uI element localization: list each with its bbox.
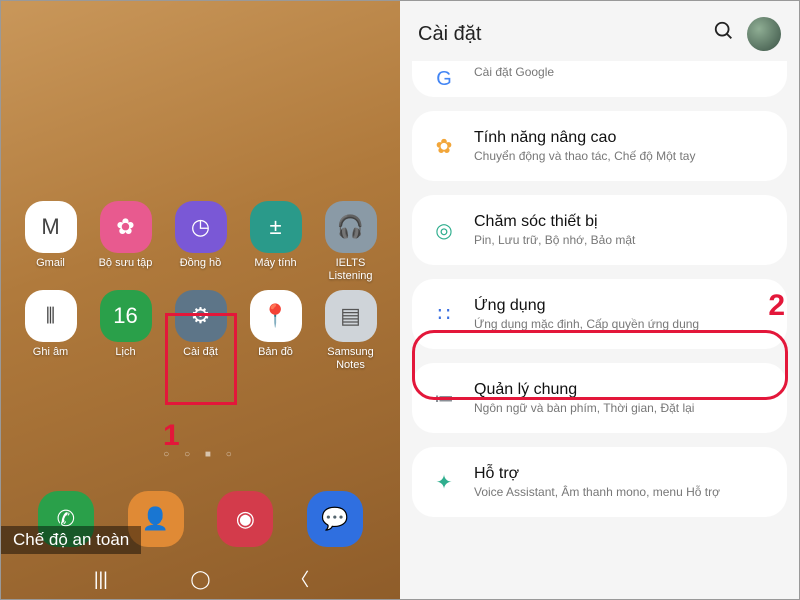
app-icon: 📍	[250, 290, 302, 342]
app-gmail[interactable]: M Gmail	[15, 201, 86, 282]
app-samsung-notes[interactable]: ▤ Samsung Notes	[315, 290, 386, 371]
settings-item-subtitle: Chuyển động và thao tác, Chế độ Một tay	[474, 149, 769, 163]
app-icon: ◷	[175, 201, 227, 253]
app-label: Lịch	[115, 346, 135, 359]
app-label: Ghi âm	[33, 346, 68, 359]
settings-item-chăm-sóc-thiết-bị[interactable]: ◎ Chăm sóc thiết bị Pin, Lưu trữ, Bộ nhớ, …	[412, 195, 787, 265]
dock-app-3[interactable]: 💬	[307, 491, 363, 547]
app-ghi-âm[interactable]: ⦀ Ghi âm	[15, 290, 86, 371]
app-label: Bản đồ	[258, 346, 293, 359]
home-button[interactable]: ◯	[188, 567, 212, 591]
settings-item-icon: ✦	[430, 468, 458, 496]
app-icon: ⦀	[25, 290, 77, 342]
app-icon: ▤	[325, 290, 377, 342]
settings-item-tính-năng-nâng-cao[interactable]: ✿ Tính năng nâng cao Chuyển động và thao t…	[412, 111, 787, 181]
app-máy-tính[interactable]: ± Máy tính	[240, 201, 311, 282]
settings-header: Cài đặt	[400, 1, 799, 61]
app-icon: 16	[100, 290, 152, 342]
settings-item-icon: ∷	[430, 300, 458, 328]
settings-item-icon: G	[430, 65, 458, 93]
settings-item-subtitle: Cài đặt Google	[474, 65, 769, 79]
app-label: Máy tính	[254, 257, 296, 270]
avatar[interactable]	[747, 17, 781, 51]
app-đồng-hồ[interactable]: ◷ Đồng hồ	[165, 201, 236, 282]
settings-item-title: Hỗ trợ	[474, 465, 769, 483]
page-title: Cài đặt	[418, 23, 701, 46]
settings-screen: Cài đặt G Cài đặt Google ✿ Tính năng nâng c…	[400, 1, 799, 599]
step1-highlight	[165, 313, 237, 405]
settings-item-icon: ◎	[430, 216, 458, 244]
app-bản-đồ[interactable]: 📍 Bản đồ	[240, 290, 311, 371]
step2-highlight	[412, 330, 788, 400]
app-icon: M	[25, 201, 77, 253]
settings-item-title: Tính năng nâng cao	[474, 129, 769, 147]
recents-button[interactable]: |||	[89, 567, 113, 591]
system-navbar: ||| ◯ 〈	[1, 567, 400, 591]
settings-list: G Cài đặt Google ✿ Tính năng nâng cao Chuyển…	[400, 61, 799, 517]
search-icon[interactable]	[713, 20, 735, 48]
dock-app-2[interactable]: ◉	[217, 491, 273, 547]
settings-item-subtitle: Ngôn ngữ và bàn phím, Thời gian, Đặt lại	[474, 401, 769, 415]
settings-item-google[interactable]: G Cài đặt Google	[412, 61, 787, 97]
home-screen: M Gmail ✿ Bộ sưu tập ◷ Đồng hồ ± Máy tính 🎧 IELTS…	[1, 1, 400, 599]
back-button[interactable]: 〈	[288, 567, 312, 591]
app-icon: 🎧	[325, 201, 377, 253]
app-label: Samsung Notes	[327, 346, 373, 371]
app-icon: ✿	[100, 201, 152, 253]
app-bộ-sưu-tập[interactable]: ✿ Bộ sưu tập	[90, 201, 161, 282]
app-label: Đồng hồ	[180, 257, 222, 270]
step2-number: 2	[768, 289, 785, 323]
safe-mode-badge: Chế độ an toàn	[1, 526, 141, 554]
page-indicator: ○ ○ ■ ○	[1, 449, 400, 460]
settings-item-icon: ✿	[430, 132, 458, 160]
app-lịch[interactable]: 16 Lịch	[90, 290, 161, 371]
settings-item-subtitle: Ứng dụng mặc định, Cấp quyền ứng dụng	[474, 317, 769, 331]
settings-item-subtitle: Voice Assistant, Âm thanh mono, menu Hỗ …	[474, 485, 769, 499]
settings-item-hỗ-trợ[interactable]: ✦ Hỗ trợ Voice Assistant, Âm thanh mono, m…	[412, 447, 787, 517]
safe-mode-label: Chế độ an toàn	[13, 530, 129, 549]
app-label: Gmail	[36, 257, 65, 270]
settings-item-subtitle: Pin, Lưu trữ, Bộ nhớ, Bảo mật	[474, 233, 769, 247]
settings-item-title: Ứng dụng	[474, 297, 769, 315]
step1-number: 1	[163, 419, 180, 453]
app-ielts-listening[interactable]: 🎧 IELTS Listening	[315, 201, 386, 282]
settings-item-title: Chăm sóc thiết bị	[474, 213, 769, 231]
app-label: Bộ sưu tập	[99, 257, 153, 270]
app-label: IELTS Listening	[328, 257, 372, 282]
app-icon: ±	[250, 201, 302, 253]
